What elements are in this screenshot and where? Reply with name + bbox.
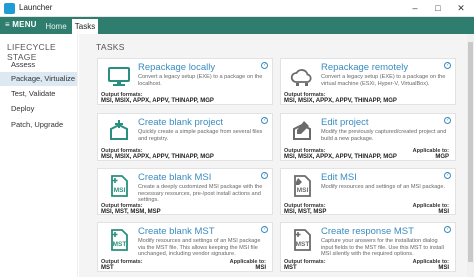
help-icon[interactable]: ? [444,62,451,69]
output-formats-value: MSI, MST, MSP [284,209,327,215]
cloud-icon [290,69,312,86]
card-title: Edit MSI [321,172,357,183]
card-description: Modify the previously captured/created p… [321,129,447,142]
help-icon[interactable]: ? [261,172,268,179]
msi-new-icon: MSI [111,175,128,197]
window-title: Launcher [19,3,53,12]
help-icon[interactable]: ? [444,226,451,233]
help-icon[interactable]: ? [261,117,268,124]
applicable-to-value: MSI [438,265,449,271]
sidebar-item-patch-upgrade[interactable]: Patch, Upgrade [0,118,77,132]
output-formats-value: MST [101,265,114,271]
task-card-create-response-mst[interactable]: MST Create response MST Capture your ans… [280,222,456,272]
task-card-edit-msi[interactable]: MSI Edit MSI Modify resources and settin… [280,168,456,215]
applicable-to-value: MSI [255,265,266,271]
maximize-button[interactable]: □ [427,1,449,16]
output-formats-value: MSI, MSIX, APPX, APPV, THINAPP, MGP [284,98,397,104]
sidebar-item-test-validate[interactable]: Test, Validate [0,87,77,101]
mst-badge: MST [296,241,310,248]
msi-badge: MSI [297,187,309,194]
output-formats-value: MSI, MSIX, APPX, APPV, THINAPP, MGP [284,154,397,160]
output-formats-value: MST [284,265,297,271]
task-card-create-blank-project[interactable]: Create blank project Quickly create a si… [97,113,273,161]
scrollbar-thumb[interactable] [468,42,473,262]
sidebar-item-assess[interactable]: Assess [0,58,77,72]
card-description: Quickly create a simple package from sev… [138,129,263,142]
mst-new-icon: MST [111,229,128,251]
task-card-repackage-locally[interactable]: Repackage locally Convert a legacy setup… [97,58,273,105]
card-description: Capture your answers for the installatio… [321,238,444,258]
menu-bar: ≡ MENU Home Tasks [0,17,474,34]
close-button[interactable]: ✕ [450,1,472,16]
mst-badge: MST [113,241,127,248]
output-formats-value: MSI, MST, MSM, MSP [101,209,161,215]
sidebar-item-package-virtualize[interactable]: Package, Virtualize [0,72,77,86]
card-title: Create blank MSI [138,172,212,183]
sidebar-item-deploy[interactable]: Deploy [0,102,77,116]
help-icon[interactable]: ? [261,62,268,69]
applicable-to-value: MSI [438,209,449,215]
tasks-panel: TASKS Repackage locally Convert a legacy… [79,34,474,277]
card-title: Repackage remotely [321,62,409,73]
output-formats-value: MSI, MSIX, APPX, APPV, THINAPP, MGP [101,154,214,160]
app-icon [4,3,15,14]
card-title: Create blank MST [138,226,215,237]
card-description: Convert a legacy setup (EXE) to a packag… [138,74,263,87]
msi-edit-icon: MSI [294,175,311,197]
task-card-create-blank-msi[interactable]: MSI Create blank MSI Create a deeply cus… [97,168,273,215]
monitor-icon [108,67,130,86]
card-description: Modify resources and settings of an MSI … [138,238,261,258]
tab-tasks[interactable]: Tasks [72,19,98,34]
help-icon[interactable]: ? [444,117,451,124]
applicable-to-value: MGP [435,154,449,160]
sidebar: LIFECYCLE STAGE Assess Package, Virtuali… [0,34,78,277]
tab-home[interactable]: Home [43,19,69,34]
task-card-edit-project[interactable]: Edit project Modify the previously captu… [280,113,456,161]
menu-button[interactable]: ≡ MENU [5,20,37,29]
minimize-button[interactable]: – [404,1,426,16]
task-card-repackage-remotely[interactable]: Repackage remotely Convert a legacy setu… [280,58,456,105]
tasks-heading: TASKS [96,42,125,52]
title-bar: Launcher – □ ✕ [0,0,474,17]
new-project-icon [110,120,128,140]
card-title: Create blank project [138,117,224,128]
mst-response-icon: MST [294,229,311,251]
card-description: Create a deeply customized MSI package w… [138,184,263,204]
task-card-create-blank-mst[interactable]: MST Create blank MST Modify resources an… [97,222,273,272]
card-title: Repackage locally [138,62,216,73]
card-title: Edit project [321,117,369,128]
card-description: Convert a legacy setup (EXE) to a packag… [321,74,446,87]
output-formats-value: MSI, MSIX, APPX, APPV, THINAPP, MGP [101,98,214,104]
msi-badge: MSI [114,187,126,194]
card-description: Modify resources and settings of an MSI … [321,184,446,190]
edit-project-icon [293,121,311,140]
vertical-scrollbar[interactable] [467,34,474,277]
card-title: Create response MST [321,226,414,237]
help-icon[interactable]: ? [261,226,268,233]
help-icon[interactable]: ? [444,172,451,179]
